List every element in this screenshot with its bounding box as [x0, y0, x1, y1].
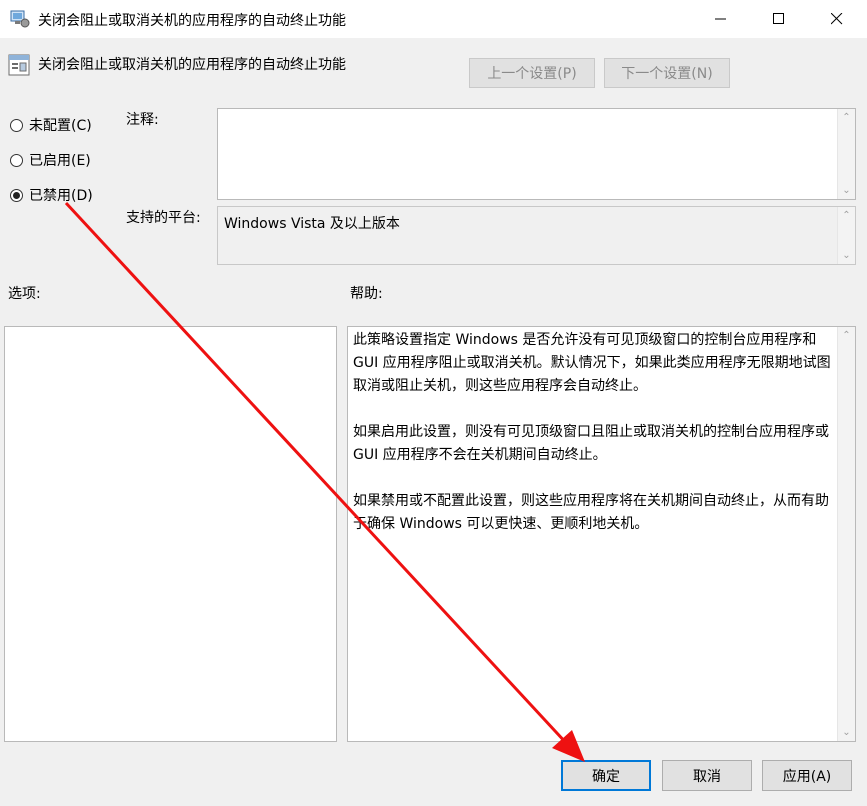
scroll-down-icon[interactable]: ⌄ [838, 724, 855, 741]
platform-field: Windows Vista 及以上版本 ⌃ ⌄ [217, 206, 856, 265]
radio-not-configured[interactable]: 未配置(C) [10, 115, 92, 135]
ok-button[interactable]: 确定 [561, 760, 651, 791]
title-bar: 关闭会阻止或取消关机的应用程序的自动终止功能 [0, 0, 867, 38]
minimize-icon [715, 18, 726, 20]
radio-enabled[interactable]: 已启用(E) [10, 150, 91, 170]
help-text: 此策略设置指定 Windows 是否允许没有可见顶级窗口的控制台应用程序和 GU… [353, 332, 831, 532]
next-setting-button[interactable]: 下一个设置(N) [604, 58, 730, 88]
scroll-up-icon[interactable]: ⌃ [838, 207, 855, 224]
scroll-down-icon[interactable]: ⌄ [838, 182, 855, 199]
close-button[interactable] [808, 0, 866, 38]
radio-circle[interactable] [10, 188, 23, 202]
comment-label: 注释: [126, 112, 159, 128]
maximize-button[interactable] [750, 0, 808, 38]
options-label: 选项: [8, 286, 41, 302]
platform-scrollbar[interactable]: ⌃ ⌄ [837, 207, 855, 264]
setting-icon [8, 54, 30, 80]
window-title: 关闭会阻止或取消关机的应用程序的自动终止功能 [38, 13, 346, 29]
comment-field[interactable]: ⌃ ⌄ [217, 108, 856, 200]
previous-setting-button[interactable]: 上一个设置(P) [469, 58, 595, 88]
radio-label: 未配置(C) [29, 118, 92, 134]
setting-title: 关闭会阻止或取消关机的应用程序的自动终止功能 [38, 57, 346, 73]
platform-value: Windows Vista 及以上版本 [224, 216, 400, 232]
help-label: 帮助: [350, 286, 383, 302]
maximize-icon [773, 13, 784, 24]
minimize-button[interactable] [692, 0, 750, 38]
scroll-down-icon[interactable]: ⌄ [838, 247, 855, 264]
policy-setting-icon [10, 10, 30, 32]
scroll-up-icon[interactable]: ⌃ [838, 327, 855, 344]
radio-circle[interactable] [10, 118, 23, 132]
radio-label: 已禁用(D) [29, 188, 93, 204]
options-pane [4, 326, 337, 742]
cancel-button[interactable]: 取消 [662, 760, 752, 791]
comment-scrollbar[interactable]: ⌃ ⌄ [837, 109, 855, 199]
help-scrollbar[interactable]: ⌃ ⌄ [837, 327, 855, 741]
apply-button[interactable]: 应用(A) [762, 760, 852, 791]
help-pane: 此策略设置指定 Windows 是否允许没有可见顶级窗口的控制台应用程序和 GU… [347, 326, 856, 742]
radio-label: 已启用(E) [29, 153, 91, 169]
platform-label: 支持的平台: [126, 210, 201, 226]
scroll-up-icon[interactable]: ⌃ [838, 109, 855, 126]
radio-disabled[interactable]: 已禁用(D) [10, 185, 93, 205]
radio-circle[interactable] [10, 153, 23, 167]
close-icon [831, 13, 843, 25]
